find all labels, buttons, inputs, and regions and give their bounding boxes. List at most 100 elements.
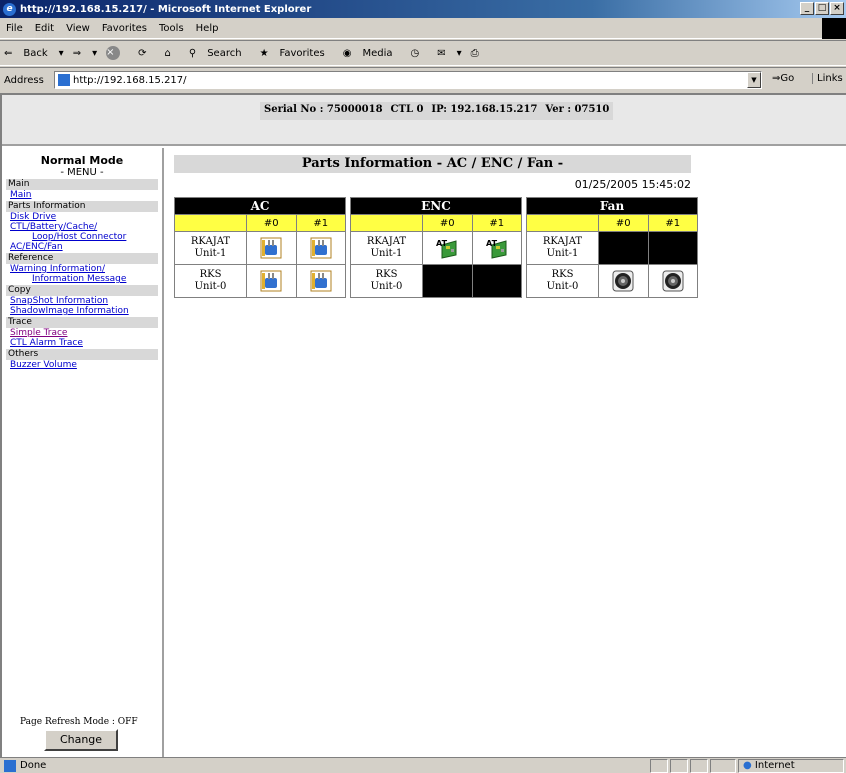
mode-title: Normal Mode	[40, 154, 124, 167]
favorites-button[interactable]: ★ Favorites	[260, 48, 334, 59]
menu-file[interactable]: File	[6, 23, 23, 34]
go-button[interactable]: ⇒Go	[772, 73, 794, 84]
link-warning-information[interactable]: Warning Information/	[2, 264, 162, 274]
section-copy: Copy	[6, 285, 158, 296]
history-button[interactable]: ◷	[410, 48, 428, 59]
address-input[interactable]: http://192.168.15.217/ ▼	[54, 71, 762, 89]
ip-address: IP: 192.168.15.217	[431, 104, 538, 115]
plug-icon[interactable]	[310, 237, 332, 259]
status-cell	[647, 264, 698, 298]
window-title-bar: e http://192.168.15.217/ - Microsoft Int…	[0, 0, 846, 18]
plug-icon[interactable]	[310, 270, 332, 292]
forward-arrow-icon: ⇒	[72, 47, 82, 59]
column-header: #0	[422, 214, 473, 232]
column-header-blank	[350, 214, 423, 232]
column-header: #1	[471, 214, 522, 232]
link-loop-host-connector[interactable]: Loop/Host Connector	[2, 232, 162, 242]
print-button[interactable]: ⎙	[471, 48, 488, 59]
links-button[interactable]: Links	[812, 73, 843, 84]
minimize-button[interactable]: _	[800, 2, 814, 15]
parts-table-fan: Fan #0 #1 RKAJAT Unit-1 RKS Unit-0	[526, 197, 698, 298]
section-main: Main	[6, 179, 158, 190]
table-row: RKS Unit-0	[174, 264, 346, 298]
unit-label: RKAJAT Unit-1	[350, 231, 423, 265]
media-icon: ◉	[342, 47, 352, 59]
link-information-message[interactable]: Information Message	[2, 274, 162, 284]
print-icon: ⎙	[470, 47, 479, 59]
table-title: Fan	[526, 197, 698, 215]
unit-name: RKAJAT	[366, 236, 407, 247]
unit-sub: Unit-1	[370, 248, 403, 259]
status-cell	[650, 759, 668, 773]
fan-icon[interactable]	[612, 270, 634, 292]
status-bar: Done ● Internet	[0, 757, 846, 773]
refresh-button[interactable]: ⟳	[138, 48, 155, 59]
change-button[interactable]: Change	[44, 729, 118, 751]
column-header-blank	[526, 214, 599, 232]
menu-heading: - MENU -	[60, 167, 104, 178]
version: Ver : 07510	[545, 104, 610, 115]
link-buzzer-volume[interactable]: Buzzer Volume	[2, 360, 162, 370]
address-dropdown-button[interactable]: ▼	[747, 72, 761, 88]
page-title: Parts Information - AC / ENC / Fan -	[174, 155, 691, 173]
address-url: http://192.168.15.217/	[73, 74, 187, 86]
media-button[interactable]: ◉ Media	[343, 48, 402, 59]
status-zone: ● Internet	[738, 759, 844, 773]
link-shadowimage-information[interactable]: ShadowImage Information	[2, 306, 162, 316]
status-cell	[670, 759, 688, 773]
enc-board-icon[interactable]: AT	[486, 237, 508, 259]
home-button[interactable]: ⌂	[165, 48, 180, 59]
plug-icon[interactable]	[260, 270, 282, 292]
parts-table-ac: AC #0 #1 RKAJAT Unit-1 RKS Unit-0	[174, 197, 346, 298]
section-others: Others	[6, 349, 158, 360]
link-ctl-battery-cache[interactable]: CTL/Battery/Cache/	[2, 222, 162, 232]
maximize-button[interactable]: □	[815, 2, 829, 15]
link-main[interactable]: Main	[2, 190, 162, 200]
mail-icon: ✉	[437, 47, 446, 59]
menu-help[interactable]: Help	[196, 23, 219, 34]
device-info: Serial No : 75000018 CTL 0 IP: 192.168.1…	[260, 102, 614, 120]
column-header: #1	[295, 214, 346, 232]
browser-content: Serial No : 75000018 CTL 0 IP: 192.168.1…	[0, 93, 846, 757]
status-text: Done	[20, 760, 47, 771]
page-icon	[58, 74, 70, 86]
unit-name: RKAJAT	[542, 236, 583, 247]
status-cell	[295, 231, 346, 265]
search-button[interactable]: ⚲ Search	[189, 48, 251, 59]
stop-button[interactable]: ×	[106, 46, 129, 60]
unit-name: RKS	[551, 269, 574, 280]
plug-icon[interactable]	[260, 237, 282, 259]
column-header-blank	[174, 214, 247, 232]
refresh-icon: ⟳	[138, 47, 147, 59]
ie-logo-icon: e	[3, 2, 16, 16]
parts-table-enc: ENC #0 #1 RKAJAT Unit-1 AT AT RKS Unit-0	[350, 197, 522, 298]
close-button[interactable]: ×	[830, 2, 844, 15]
link-disk-drive[interactable]: Disk Drive	[2, 212, 162, 222]
link-ctl-alarm-trace[interactable]: CTL Alarm Trace	[2, 338, 162, 348]
unit-name: RKAJAT	[190, 236, 231, 247]
forward-button[interactable]: ⇒ ▾	[73, 48, 97, 59]
back-button[interactable]: ⇐ Back ▾	[4, 48, 64, 59]
mail-button[interactable]: ✉ ▾	[437, 48, 461, 59]
fan-icon[interactable]	[662, 270, 684, 292]
ctl-number: CTL 0	[390, 104, 424, 115]
menu-edit[interactable]: Edit	[35, 23, 54, 34]
unit-label: RKAJAT Unit-1	[526, 231, 599, 265]
empty-slot	[598, 231, 649, 265]
back-arrow-icon: ⇐	[4, 47, 13, 59]
table-row: RKAJAT Unit-1	[174, 231, 346, 265]
window-controls: _ □ ×	[800, 2, 844, 15]
menu-favorites[interactable]: Favorites	[102, 23, 147, 34]
menu-view[interactable]: View	[66, 23, 90, 34]
enc-board-icon[interactable]: AT	[436, 237, 458, 259]
section-reference: Reference	[6, 253, 158, 264]
unit-label: RKS Unit-0	[350, 264, 423, 298]
link-simple-trace[interactable]: Simple Trace	[2, 328, 162, 338]
window-title: http://192.168.15.217/ - Microsoft Inter…	[20, 3, 312, 15]
unit-sub: Unit-0	[370, 281, 403, 292]
link-snapshot-information[interactable]: SnapShot Information	[2, 296, 162, 306]
status-cell: AT	[471, 231, 522, 265]
empty-slot	[647, 231, 698, 265]
menu-tools[interactable]: Tools	[159, 23, 184, 34]
link-ac-enc-fan[interactable]: AC/ENC/Fan	[2, 242, 162, 252]
